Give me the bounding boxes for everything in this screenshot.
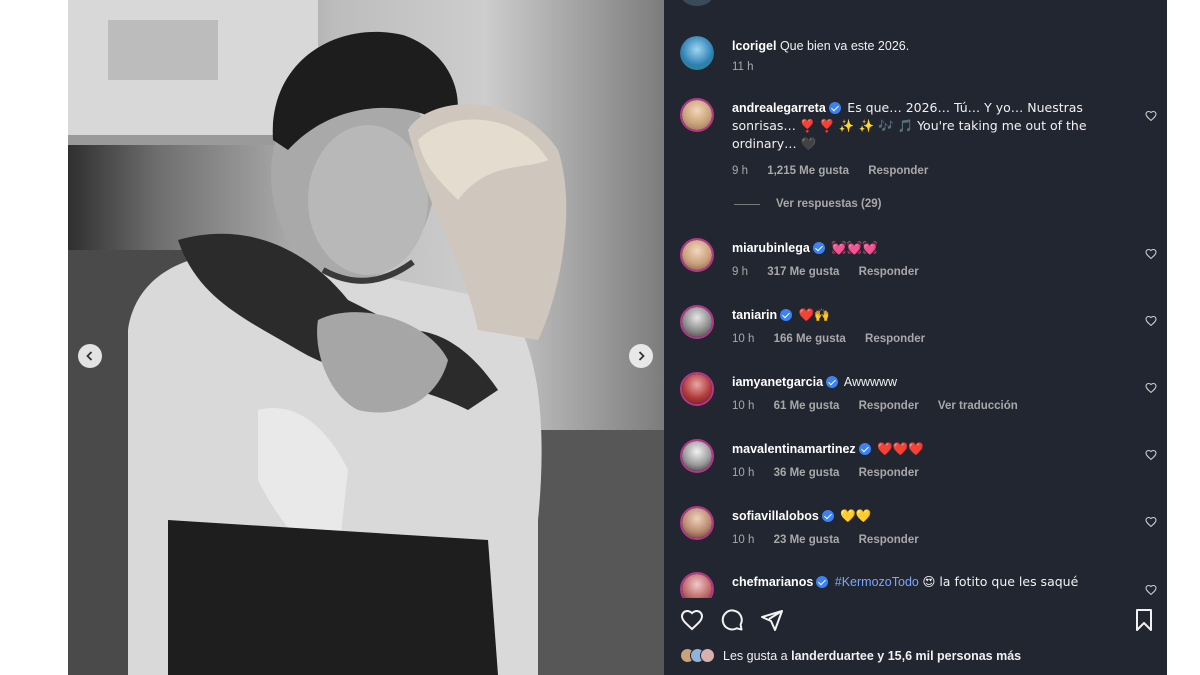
photo-illustration — [68, 0, 664, 675]
comment-text: mavalentinamartinez ❤️❤️❤️ — [732, 440, 1127, 458]
comment-meta: 10 h 36 Me gusta Responder — [732, 467, 935, 479]
reply-button[interactable]: Responder — [865, 333, 925, 345]
comment-meta: 9 h 317 Me gusta Responder — [732, 266, 935, 278]
comment-text: sofiavillalobos 💛💛 — [732, 507, 1127, 525]
avatar — [680, 0, 714, 6]
comment-likes[interactable]: 36 Me gusta — [774, 467, 840, 479]
heart-icon[interactable] — [1145, 110, 1157, 122]
comment-body: 💛💛 — [840, 508, 872, 523]
avatar[interactable] — [680, 506, 714, 540]
reply-button[interactable]: Responder — [859, 266, 919, 278]
reply-button[interactable]: Responder — [859, 467, 919, 479]
comment-time: 10 h — [732, 400, 755, 412]
post-photo — [68, 0, 664, 675]
chevron-left-icon — [86, 351, 93, 361]
view-replies-label: Ver respuestas (29) — [776, 198, 882, 210]
comment-body: 💓💓💓 — [831, 240, 878, 255]
verified-icon — [828, 102, 841, 114]
comment-body: Awwwww — [843, 375, 898, 389]
comment-body: ❤️🙌 — [798, 307, 830, 322]
verified-icon — [816, 576, 829, 588]
previous-photo-button[interactable] — [78, 344, 102, 368]
reply-button[interactable]: Responder — [859, 400, 919, 412]
divider — [734, 203, 760, 205]
likes-suffix[interactable]: y 15,6 mil personas más — [877, 649, 1021, 663]
comment-text: chefmarianos #KermozoTodo 😍 la fotito qu… — [732, 573, 1127, 591]
heart-icon[interactable] — [1145, 516, 1157, 528]
see-translation-button[interactable]: Ver traducción — [938, 400, 1018, 412]
comment-meta: 10 h 61 Me gusta Responder Ver traducció… — [732, 400, 1034, 412]
comment-likes[interactable]: 23 Me gusta — [774, 534, 840, 546]
likes-user[interactable]: landerduartee — [791, 649, 874, 663]
avatar[interactable] — [680, 36, 714, 70]
avatar[interactable] — [680, 238, 714, 272]
comment-time: 11 h — [732, 61, 754, 73]
comment-text: taniarin ❤️🙌 — [732, 306, 1127, 324]
comment-likes[interactable]: 317 Me gusta — [767, 266, 839, 278]
avatar[interactable] — [680, 305, 714, 339]
post-actions — [680, 608, 1156, 634]
comment-time: 10 h — [732, 333, 755, 345]
comment-text: lcorigel Que bien va este 2026. — [732, 37, 1127, 55]
comment-text: andrealegarreta Es que… 2026… Tú… Y yo… … — [732, 99, 1127, 153]
comment-meta: 10 h 166 Me gusta Responder — [732, 333, 941, 345]
comments-panel: lcorigel Que bien va este 2026. 11 h and… — [664, 0, 1167, 675]
verified-icon — [858, 443, 871, 455]
heart-icon[interactable] — [1145, 449, 1157, 461]
comment-username[interactable]: miarubinlega — [732, 241, 810, 255]
heart-icon[interactable] — [680, 608, 704, 632]
comment-username[interactable]: taniarin — [732, 308, 777, 322]
comment-time: 10 h — [732, 467, 755, 479]
bookmark-icon[interactable] — [1132, 608, 1156, 632]
comment-body: Que bien va este 2026. — [779, 39, 910, 53]
heart-icon[interactable] — [1145, 315, 1157, 327]
comment-icon[interactable] — [720, 608, 744, 632]
comment-hashtag[interactable]: #KermozoTodo — [835, 575, 919, 589]
avatar[interactable] — [680, 372, 714, 406]
comment-likes[interactable]: 1,215 Me gusta — [767, 165, 849, 177]
verified-icon — [826, 376, 839, 388]
comment-likes[interactable]: 166 Me gusta — [774, 333, 846, 345]
comment-meta: 10 h 23 Me gusta Responder — [732, 534, 935, 546]
comment-time: 9 h — [732, 165, 748, 177]
avatar[interactable] — [680, 98, 714, 132]
comment-username[interactable]: chefmarianos — [732, 575, 813, 589]
heart-icon[interactable] — [1145, 248, 1157, 260]
comment-text: iamyanetgarcia Awwwww — [732, 373, 1127, 391]
comment-meta: 11 h — [732, 61, 770, 73]
instagram-post-view: lcorigel Que bien va este 2026. 11 h and… — [0, 0, 1200, 675]
comment-body: 😍 la fotito que les saqué — [922, 574, 1079, 589]
reply-button[interactable]: Responder — [868, 165, 928, 177]
chevron-right-icon — [638, 351, 645, 361]
comment-likes[interactable]: 61 Me gusta — [774, 400, 840, 412]
next-photo-button[interactable] — [629, 344, 653, 368]
comment-username[interactable]: andrealegarreta — [732, 101, 826, 115]
heart-icon[interactable] — [1145, 584, 1157, 596]
comment-body: ❤️❤️❤️ — [877, 441, 924, 456]
likes-prefix: Les gusta a — [723, 648, 788, 663]
comment-text: miarubinlega 💓💓💓 — [732, 239, 1127, 257]
avatar — [700, 648, 715, 663]
verified-icon — [780, 309, 793, 321]
comment-meta: 9 h 1,215 Me gusta Responder — [732, 165, 944, 177]
comment-username[interactable]: lcorigel — [732, 39, 776, 53]
view-replies-button[interactable]: Ver respuestas (29) — [734, 198, 881, 210]
reply-button[interactable]: Responder — [859, 534, 919, 546]
comment-username[interactable]: mavalentinamartinez — [732, 442, 856, 456]
share-icon[interactable] — [760, 608, 784, 632]
verified-icon — [812, 242, 825, 254]
comment-time: 9 h — [732, 266, 748, 278]
comment-username[interactable]: sofiavillalobos — [732, 509, 819, 523]
comment-time: 10 h — [732, 534, 755, 546]
comment-username[interactable]: iamyanetgarcia — [732, 375, 823, 389]
likes-summary: Les gusta a landerduartee y 15,6 mil per… — [680, 648, 1021, 663]
heart-icon[interactable] — [1145, 382, 1157, 394]
avatar[interactable] — [680, 439, 714, 473]
verified-icon — [821, 510, 834, 522]
